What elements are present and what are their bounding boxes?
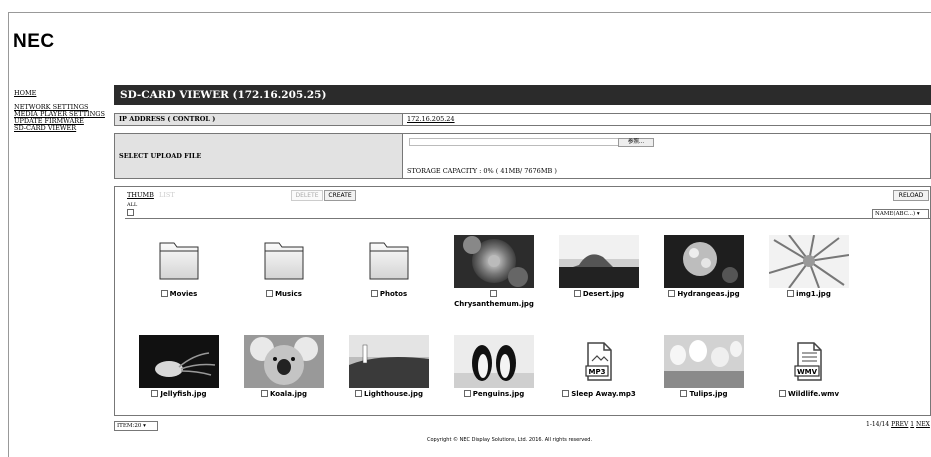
nav-sd-card-viewer-link[interactable]: SD-CARD VIEWER [14,125,114,132]
desert-thumbnail [559,235,639,288]
select-all-checkbox[interactable] [127,209,134,216]
create-button[interactable]: CREATE [324,190,356,201]
toolbar-divider [125,218,930,219]
file-name: Koala.jpg [269,390,308,398]
file-checkbox[interactable] [787,290,795,297]
file-name: Desert.jpg [582,290,625,298]
jellyfish-thumbnail [139,335,219,388]
file-checkbox[interactable] [489,290,497,297]
file-name: Tulips.jpg [689,390,728,398]
file-tile[interactable]: img1.jpg [759,231,859,301]
storage-capacity: STORAGE CAPACITY : 0% ( 41MB/ 7676MB ) [407,167,557,175]
file-tile[interactable]: Movies [129,231,229,301]
file-tile[interactable]: Chrysanthemum.jpg [444,231,544,311]
folder-icon [159,242,199,280]
file-name: Jellyfish.jpg [160,390,207,398]
nec-logo: NEC [13,31,55,52]
browse-button[interactable]: 参照... [618,138,654,147]
file-name: Chrysanthemum.jpg [454,300,534,308]
ip-address-label: IP ADDRESS ( CONTROL ) [115,114,403,125]
file-checkbox[interactable] [370,290,378,297]
upload-label: SELECT UPLOAD FILE [115,134,403,178]
select-all-label: ALL [127,202,138,208]
file-name: Wildlife.wmv [787,390,840,398]
file-tile[interactable]: Lighthouse.jpg [339,331,439,401]
next-page-link[interactable]: NEX [916,421,930,428]
file-checkbox[interactable] [778,390,786,397]
file-checkbox[interactable] [463,390,471,397]
file-name: Lighthouse.jpg [364,390,423,398]
file-tile[interactable]: Tulips.jpg [654,331,754,401]
mp3-file-icon: MP3 [585,342,612,381]
file-name: Penguins.jpg [472,390,525,398]
wmv-badge-text: WMV [797,368,818,376]
file-name: img1.jpg [796,290,831,298]
file-tile[interactable]: Jellyfish.jpg [129,331,229,401]
file-name: Sleep Away.mp3 [571,390,636,398]
mp3-badge-text: MP3 [589,368,606,376]
file-checkbox[interactable] [562,390,570,397]
tab-list[interactable]: LIST [159,191,175,199]
page-range: 1-14/14 [866,421,890,428]
file-tile[interactable]: WMV Wildlife.wmv [759,331,859,401]
upload-row: SELECT UPLOAD FILE 参照... STORAGE CAPACIT… [114,133,931,179]
file-browser-panel: THUMB LIST ALL DELETE CREATE RELOAD NAME… [114,186,931,416]
file-tile[interactable]: MP3 Sleep Away.mp3 [549,331,649,401]
koala-thumbnail [244,335,324,388]
tulips-thumbnail [664,335,744,388]
items-per-page-select[interactable]: ITEM:20 ▾ [114,421,158,431]
ip-address-link[interactable]: 172.16.205.24 [407,115,455,123]
file-name: Hydrangeas.jpg [677,290,740,298]
file-tile[interactable]: Musics [234,231,334,301]
chrysanthemum-thumbnail [454,235,534,288]
pagination: 1-14/14 PREV 1 NEX [866,421,930,428]
side-nav: HOME NETWORK SETTINGS MEDIA PLAYER SETTI… [14,90,114,132]
file-name: Movies [169,290,198,298]
file-checkbox[interactable] [260,390,268,397]
lighthouse-thumbnail [349,335,429,388]
file-tile[interactable]: Desert.jpg [549,231,649,301]
prev-page-link[interactable]: PREV [891,421,908,428]
page-title: SD-CARD VIEWER (172.16.205.25) [114,85,931,105]
tab-thumb[interactable]: THUMB [127,191,154,199]
file-tile[interactable]: Koala.jpg [234,331,334,401]
copyright: Copyright © NEC Display Solutions, Ltd. … [427,437,593,443]
file-checkbox[interactable] [680,390,688,397]
delete-button[interactable]: DELETE [291,190,323,201]
penguins-thumbnail [454,335,534,388]
file-tile[interactable]: Penguins.jpg [444,331,544,401]
nav-home-link[interactable]: HOME [14,90,114,97]
hydrangeas-thumbnail [664,235,744,288]
page-1-link[interactable]: 1 [910,421,914,428]
file-name: Musics [275,290,302,298]
file-checkbox[interactable] [668,290,676,297]
reload-button[interactable]: RELOAD [893,190,929,201]
file-checkbox[interactable] [266,290,274,297]
ip-address-row: IP ADDRESS ( CONTROL ) 172.16.205.24 [114,113,931,126]
file-checkbox[interactable] [160,290,168,297]
file-name: Photos [379,290,408,298]
wmv-file-icon: WMV [794,342,822,381]
file-checkbox[interactable] [355,390,362,397]
file-tile[interactable]: Hydrangeas.jpg [654,231,754,301]
file-checkbox[interactable] [151,390,159,397]
folder-icon [264,242,304,280]
file-checkbox[interactable] [573,290,581,297]
file-tile[interactable]: Photos [339,231,439,301]
folder-icon [369,242,409,280]
img1-thumbnail [769,235,849,288]
